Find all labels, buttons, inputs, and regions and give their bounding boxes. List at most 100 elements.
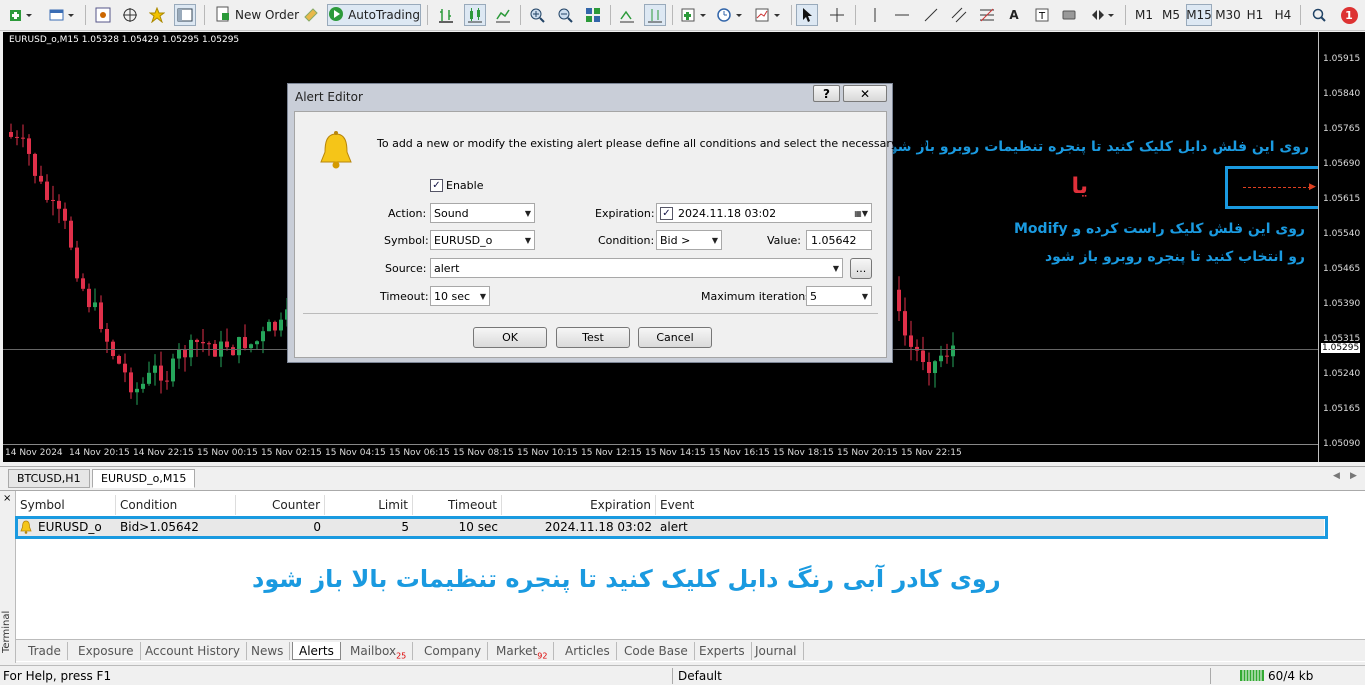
- data-window-icon[interactable]: [119, 4, 141, 26]
- tab-alerts[interactable]: Alerts: [292, 642, 341, 660]
- timeout-select[interactable]: 10 sec ▼: [430, 286, 490, 306]
- candle-body: [135, 388, 139, 393]
- candle-body: [195, 339, 199, 343]
- tab-market[interactable]: Market92: [490, 642, 555, 660]
- timeframe-m5[interactable]: M5: [1160, 4, 1182, 26]
- test-button[interactable]: Test: [556, 327, 630, 348]
- alert-arrow-icon[interactable]: ▶: [1309, 182, 1316, 192]
- timeframe-h4[interactable]: H4: [1272, 4, 1294, 26]
- tab-company[interactable]: Company: [418, 642, 489, 660]
- timeframe-m15[interactable]: M15: [1186, 4, 1212, 26]
- tab-trade[interactable]: Trade: [22, 642, 68, 660]
- indicators-icon[interactable]: [678, 4, 712, 26]
- tab-experts[interactable]: Experts: [693, 642, 752, 660]
- text-label-icon[interactable]: T: [1031, 4, 1053, 26]
- main-toolbar: New Order AutoTrading A T M1 M5 M15 M30 …: [0, 0, 1365, 31]
- profiles-icon[interactable]: [46, 4, 80, 26]
- alert-editor-dialog: Alert Editor ? ✕ To add a new or modify …: [287, 83, 938, 363]
- enable-checkbox[interactable]: ✓ Enable: [430, 179, 483, 192]
- col-counter[interactable]: Counter: [236, 495, 325, 515]
- timeframe-h1[interactable]: H1: [1244, 4, 1266, 26]
- periods-icon[interactable]: [714, 4, 748, 26]
- terminal-icon[interactable]: [174, 4, 196, 26]
- candle-body: [15, 136, 19, 138]
- chart-shift-icon[interactable]: [644, 4, 666, 26]
- candle-body: [279, 319, 283, 331]
- status-bar: For Help, press F1 Default 60/4 kb: [0, 665, 1365, 685]
- tab-news[interactable]: News: [245, 642, 291, 660]
- autotrading-button[interactable]: AutoTrading: [327, 4, 421, 26]
- chevron-down-icon: ▼: [711, 235, 718, 245]
- symbol-select[interactable]: EURUSD_o ▼: [430, 230, 535, 250]
- chart-tab-eurusd[interactable]: EURUSD_o,M15: [92, 469, 196, 488]
- tab-articles[interactable]: Articles: [559, 642, 617, 660]
- col-expiration[interactable]: Expiration: [502, 495, 656, 515]
- bar-chart-icon[interactable]: [435, 4, 457, 26]
- tab-exposure[interactable]: Exposure: [72, 642, 141, 660]
- tab-code-base[interactable]: Code Base: [618, 642, 695, 660]
- notifications-badge[interactable]: 1: [1338, 4, 1360, 26]
- symbol-label: Symbol:: [384, 234, 429, 247]
- help-button[interactable]: ?: [813, 85, 840, 102]
- zoom-in-icon[interactable]: [526, 4, 548, 26]
- new-chart-icon[interactable]: [6, 4, 40, 26]
- col-symbol[interactable]: Symbol: [16, 495, 116, 515]
- terminal-close-button[interactable]: ×: [3, 493, 11, 504]
- alert-level-line[interactable]: [1243, 187, 1311, 188]
- autoscroll-icon[interactable]: [616, 4, 638, 26]
- calendar-icon[interactable]: ▦▼: [854, 209, 868, 218]
- candlestick-icon[interactable]: [464, 4, 486, 26]
- time-tick: 14 Nov 20:15: [69, 448, 130, 458]
- tab-journal[interactable]: Journal: [749, 642, 804, 660]
- timeframe-m30[interactable]: M30: [1215, 4, 1241, 26]
- expiration-picker[interactable]: ✓ 2024.11.18 03:02 ▦▼: [656, 203, 872, 223]
- ok-button[interactable]: OK: [473, 327, 547, 348]
- market-watch-icon[interactable]: [92, 4, 114, 26]
- dialog-close-button[interactable]: ✕: [843, 85, 887, 102]
- candle-body: [45, 181, 49, 200]
- source-select[interactable]: alert ▼: [430, 258, 843, 278]
- candle-body: [201, 342, 205, 344]
- tile-windows-icon[interactable]: [582, 4, 604, 26]
- timeframe-m1[interactable]: M1: [1133, 4, 1155, 26]
- col-condition[interactable]: Condition: [116, 495, 236, 515]
- candle-body: [261, 331, 265, 342]
- max-iterations-select[interactable]: 5 ▼: [806, 286, 872, 306]
- browse-button[interactable]: ...: [850, 258, 872, 279]
- col-timeout[interactable]: Timeout: [413, 495, 502, 515]
- cursor-icon[interactable]: [796, 4, 818, 26]
- rectangle-icon[interactable]: [1058, 4, 1080, 26]
- condition-select[interactable]: Bid > ▼: [656, 230, 722, 250]
- arrows-icon[interactable]: [1088, 4, 1118, 26]
- line-chart-icon[interactable]: [492, 4, 514, 26]
- templates-icon[interactable]: [752, 4, 786, 26]
- scroll-tabs-left-icon[interactable]: ◀: [1333, 471, 1340, 481]
- new-order-button[interactable]: New Order: [210, 4, 304, 26]
- horizontal-line-icon[interactable]: [891, 4, 913, 26]
- channel-icon[interactable]: [948, 4, 970, 26]
- action-value: Sound: [434, 206, 469, 220]
- metaeditor-icon[interactable]: [300, 4, 322, 26]
- navigator-icon[interactable]: [146, 4, 168, 26]
- zoom-out-icon[interactable]: [554, 4, 576, 26]
- cancel-button[interactable]: Cancel: [638, 327, 712, 348]
- search-icon[interactable]: [1308, 4, 1330, 26]
- scroll-tabs-right-icon[interactable]: ▶: [1350, 471, 1357, 481]
- col-limit[interactable]: Limit: [325, 495, 413, 515]
- col-event[interactable]: Event: [656, 495, 1356, 515]
- expiration-check-icon[interactable]: ✓: [660, 206, 673, 220]
- price-tick: 1.05240: [1323, 369, 1361, 379]
- action-select[interactable]: Sound ▼: [430, 203, 535, 223]
- status-traffic: 60/4 kb: [1268, 669, 1314, 683]
- price-tick: 1.05615: [1323, 194, 1361, 204]
- chart-tab-btcusd[interactable]: BTCUSD,H1: [8, 469, 90, 488]
- tab-account-history[interactable]: Account History: [139, 642, 247, 660]
- fibonacci-icon[interactable]: [976, 4, 998, 26]
- tab-mailbox[interactable]: Mailbox25: [344, 642, 414, 660]
- value-input[interactable]: 1.05642: [806, 230, 872, 250]
- trendline-icon[interactable]: [920, 4, 942, 26]
- vertical-line-icon[interactable]: [864, 4, 886, 26]
- text-tool-icon[interactable]: A: [1003, 4, 1025, 26]
- crosshair-icon[interactable]: [826, 4, 848, 26]
- time-tick: 15 Nov 16:15: [709, 448, 770, 458]
